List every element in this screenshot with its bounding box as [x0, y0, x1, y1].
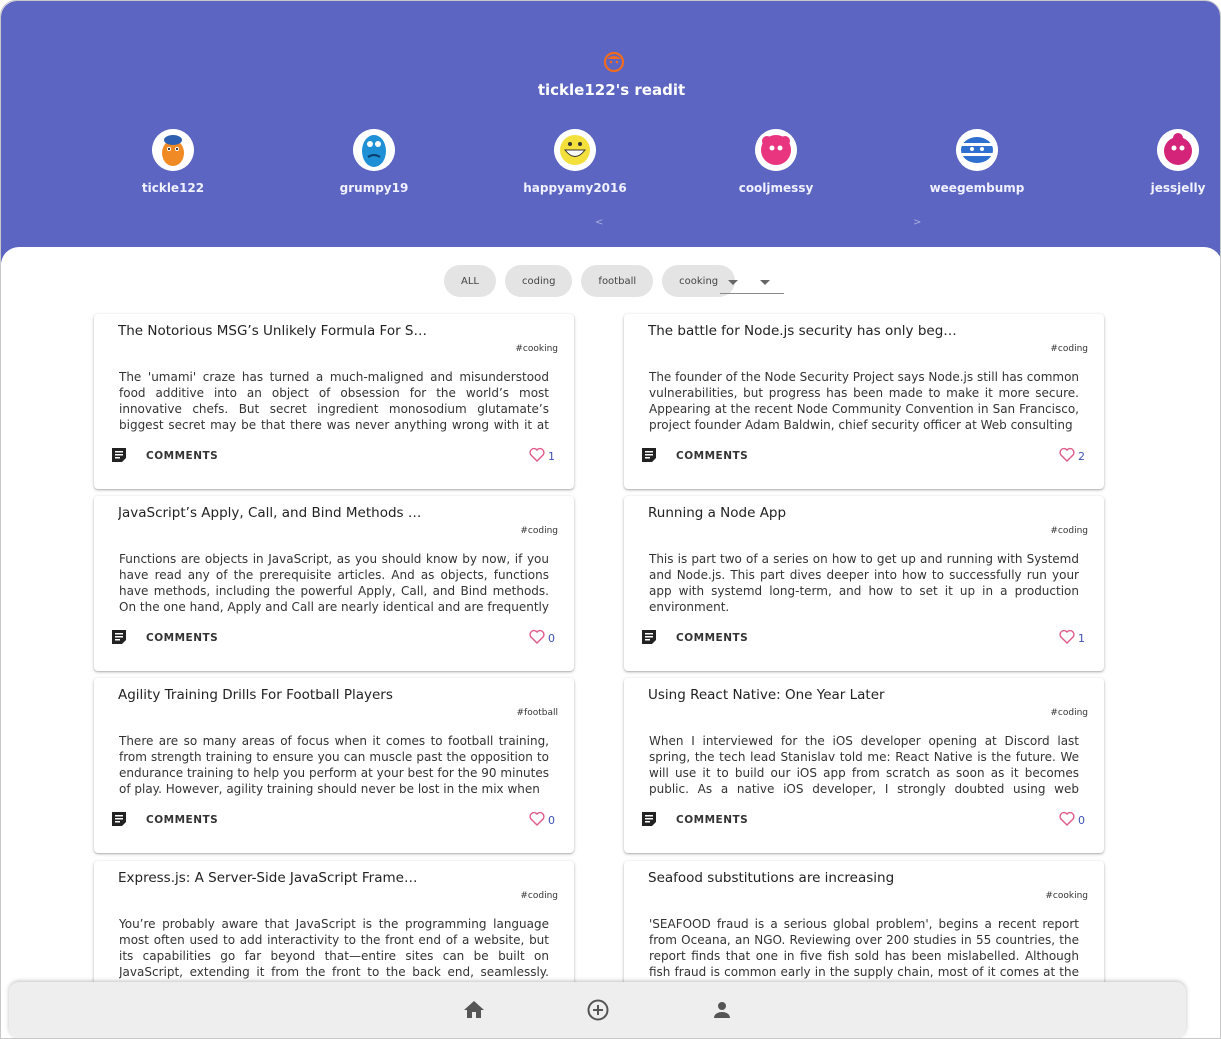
user-name: cooljmessy: [738, 181, 814, 195]
heart-icon[interactable]: [529, 811, 545, 826]
article-tag: #coding: [1050, 526, 1088, 536]
user-name: weegembump: [929, 181, 1025, 195]
article-title[interactable]: Using React Native: One Year Later: [648, 687, 958, 703]
app-title: tickle122's readit: [537, 81, 686, 99]
article-tag: #coding: [520, 891, 558, 901]
comment-icon[interactable]: [111, 447, 127, 463]
chevron-down-icon: [760, 280, 770, 285]
heart-icon[interactable]: [1059, 629, 1075, 644]
user-name: jessjelly: [1150, 181, 1206, 195]
article-title[interactable]: Express.js: A Server-Side JavaScript Fra…: [118, 870, 428, 886]
article-body: This is part two of a series on how to g…: [649, 552, 1079, 614]
comments-button[interactable]: COMMENTS: [676, 632, 748, 644]
like-count: 0: [548, 632, 555, 645]
comment-icon[interactable]: [641, 447, 657, 463]
user-item[interactable]: grumpy19: [309, 129, 439, 195]
comment-icon[interactable]: [111, 811, 127, 827]
blue-striped-character-avatar: [956, 129, 998, 171]
yellow-character-avatar: [554, 129, 596, 171]
article-tag: #coding: [1050, 708, 1088, 718]
filter-chip-all[interactable]: ALL: [444, 265, 496, 297]
user-item[interactable]: cooljmessy: [711, 129, 841, 195]
comment-icon[interactable]: [111, 629, 127, 645]
filter-chip-football[interactable]: football: [581, 265, 654, 297]
article-body: 'SEAFOOD fraud is a serious global probl…: [649, 917, 1079, 979]
article-body: The 'umami' craze has turned a much-mali…: [119, 370, 549, 432]
article-tag: #coding: [1050, 344, 1088, 354]
heart-icon[interactable]: [1059, 811, 1075, 826]
user-item[interactable]: tickle122: [108, 129, 238, 195]
face-icon[interactable]: [602, 50, 626, 74]
home-icon[interactable]: [462, 998, 486, 1022]
like-count: 1: [548, 450, 555, 463]
comment-icon[interactable]: [641, 811, 657, 827]
article-card[interactable]: JavaScript’s Apply, Call, and Bind Metho…: [94, 496, 574, 671]
comments-button[interactable]: COMMENTS: [676, 814, 748, 826]
article-tag: #cooking: [515, 344, 558, 354]
comments-button[interactable]: COMMENTS: [676, 450, 748, 462]
article-card[interactable]: The Notorious MSG’s Unlikely Formula For…: [94, 314, 574, 489]
like-count: 0: [1078, 814, 1085, 827]
article-card[interactable]: The battle for Node.js security has only…: [624, 314, 1104, 489]
bottom-navigation: [9, 982, 1186, 1038]
like-count: 2: [1078, 450, 1085, 463]
heart-icon[interactable]: [1059, 447, 1075, 462]
header: tickle122's readit tickle122 grumpy19 ha…: [1, 1, 1220, 263]
article-title[interactable]: The battle for Node.js security has only…: [648, 323, 958, 339]
filter-chip-coding[interactable]: coding: [504, 265, 573, 297]
comments-button[interactable]: COMMENTS: [146, 632, 218, 644]
person-icon[interactable]: [710, 998, 734, 1022]
add-circle-icon[interactable]: [586, 998, 610, 1022]
user-name: tickle122: [141, 181, 205, 195]
carousel-prev-button[interactable]: <: [595, 217, 603, 228]
blue-character-avatar: [353, 129, 395, 171]
user-item[interactable]: happyamy2016: [510, 129, 640, 195]
carousel-next-button[interactable]: >: [913, 217, 921, 228]
article-tag: #football: [516, 708, 558, 718]
article-body: The founder of the Node Security Project…: [649, 370, 1079, 432]
article-body: When I interviewed for the iOS developer…: [649, 734, 1079, 796]
article-title[interactable]: The Notorious MSG’s Unlikely Formula For…: [118, 323, 428, 339]
sort-select[interactable]: [720, 271, 784, 294]
article-title[interactable]: Agility Training Drills For Football Pla…: [118, 687, 428, 703]
article-tag: #coding: [520, 526, 558, 536]
article-title[interactable]: Running a Node App: [648, 505, 958, 521]
user-item[interactable]: weegembump: [912, 129, 1042, 195]
article-body: You’re probably aware that JavaScript is…: [119, 917, 549, 979]
article-title[interactable]: Seafood substitutions are increasing: [648, 870, 958, 886]
user-name: grumpy19: [339, 181, 409, 195]
topic-filters: ALL coding football cooking: [444, 265, 736, 297]
comments-button[interactable]: COMMENTS: [146, 450, 218, 462]
article-card[interactable]: Using React Native: One Year Later #codi…: [624, 678, 1104, 853]
article-body: Functions are objects in JavaScript, as …: [119, 552, 549, 614]
magenta-character-avatar: [1157, 129, 1199, 171]
app-frame: tickle122's readit tickle122 grumpy19 ha…: [0, 0, 1221, 1039]
article-card[interactable]: Running a Node App #coding This is part …: [624, 496, 1104, 671]
article-body: There are so many areas of focus when it…: [119, 734, 549, 796]
chevron-down-icon: [728, 280, 738, 285]
heart-icon[interactable]: [529, 447, 545, 462]
user-item[interactable]: jessjelly: [1113, 129, 1220, 195]
heart-icon[interactable]: [529, 629, 545, 644]
comments-button[interactable]: COMMENTS: [146, 814, 218, 826]
like-count: 1: [1078, 632, 1085, 645]
comment-icon[interactable]: [641, 629, 657, 645]
article-tag: #cooking: [1045, 891, 1088, 901]
article-title[interactable]: JavaScript’s Apply, Call, and Bind Metho…: [118, 505, 428, 521]
article-card[interactable]: Agility Training Drills For Football Pla…: [94, 678, 574, 853]
like-count: 0: [548, 814, 555, 827]
user-name: happyamy2016: [523, 181, 627, 195]
pink-character-avatar: [755, 129, 797, 171]
orange-character-avatar: [152, 129, 194, 171]
